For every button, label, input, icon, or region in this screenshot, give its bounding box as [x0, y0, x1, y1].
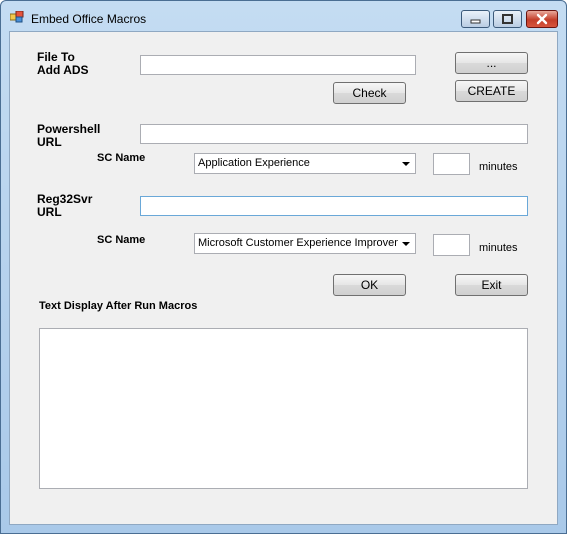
check-button[interactable]: Check — [333, 82, 406, 104]
close-button[interactable] — [526, 10, 558, 28]
minimize-button[interactable] — [461, 10, 490, 28]
reg32svr-url-label: Reg32Svr URL — [37, 193, 92, 219]
reg32-label-line2: URL — [37, 205, 62, 219]
reg32-sc-name-value: Microsoft Customer Experience Improveme — [198, 237, 398, 249]
window-title: Embed Office Macros — [31, 12, 147, 26]
ok-button[interactable]: OK — [333, 274, 406, 296]
powershell-minutes-label: minutes — [479, 161, 518, 173]
exit-button[interactable]: Exit — [455, 274, 528, 296]
reg32-sc-name-select[interactable]: Microsoft Customer Experience Improveme — [194, 233, 416, 254]
powershell-sc-name-value: Application Experience — [198, 157, 310, 169]
powershell-minutes-input[interactable] — [433, 153, 470, 175]
maximize-button[interactable] — [493, 10, 522, 28]
output-text-area[interactable] — [39, 328, 528, 489]
app-window: Embed Office Macros File To Add ADS ... … — [0, 0, 567, 534]
powershell-sc-name-label: SC Name — [97, 152, 146, 164]
powershell-url-label: Powershell URL — [37, 123, 100, 149]
reg32-minutes-label: minutes — [479, 242, 518, 254]
form-body: File To Add ADS ... Check CREATE Powersh… — [9, 31, 558, 525]
reg32-minutes-input[interactable] — [433, 234, 470, 256]
file-label: File To Add ADS — [37, 51, 89, 77]
title-bar[interactable]: Embed Office Macros — [1, 1, 566, 31]
powershell-label-line2: URL — [37, 135, 62, 149]
app-window-icon — [10, 11, 24, 23]
powershell-url-input[interactable] — [140, 124, 528, 144]
file-path-input[interactable] — [140, 55, 416, 75]
maximize-icon — [502, 14, 513, 24]
chevron-down-icon[interactable] — [402, 242, 410, 246]
reg32svr-url-input[interactable] — [140, 196, 528, 216]
powershell-sc-name-select[interactable]: Application Experience — [194, 153, 416, 174]
close-icon — [536, 13, 548, 25]
minimize-icon — [470, 19, 481, 24]
file-label-line2: Add ADS — [37, 63, 89, 77]
reg32-sc-name-label: SC Name — [97, 234, 146, 246]
output-label: Text Display After Run Macros — [39, 300, 198, 312]
chevron-down-icon[interactable] — [402, 162, 410, 166]
create-button[interactable]: CREATE — [455, 80, 528, 102]
browse-button[interactable]: ... — [455, 52, 528, 74]
